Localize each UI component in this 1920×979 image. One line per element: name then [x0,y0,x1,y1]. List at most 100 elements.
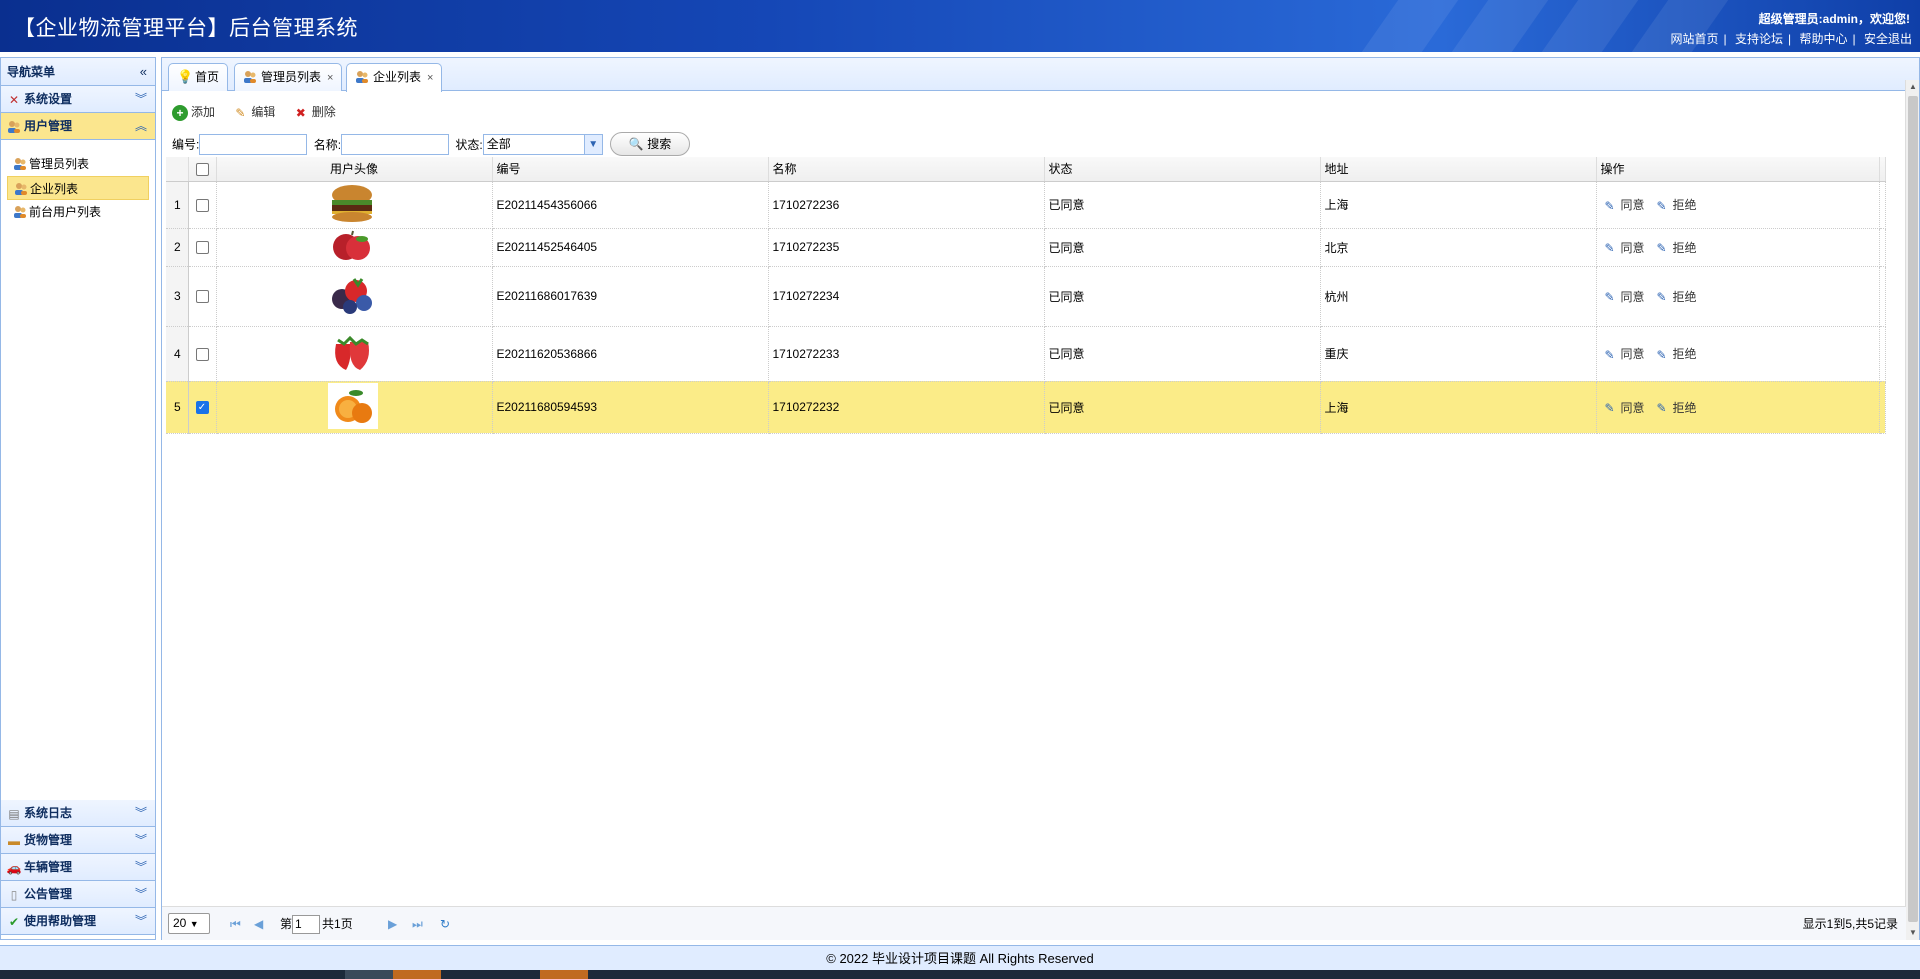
double-chevron-down-icon: ︾ [134,833,147,847]
status-cell: 已同意 [1044,228,1321,267]
row-checkbox[interactable] [195,290,209,304]
last-page-icon[interactable]: ⏭ [412,907,423,941]
name-cell: 1710272232 [768,381,1045,434]
help-link[interactable]: 帮助中心 [1800,32,1848,46]
select-all-checkbox[interactable] [195,162,209,176]
table-row[interactable]: 3 E20211686017639 1710272234 已同意 杭州 ✎ 同意 ✎ 拒绝 [166,266,1886,327]
double-chevron-down-icon: ︾ [134,860,147,874]
row-checkbox[interactable]: ✓ [195,401,209,415]
avatar [216,266,493,327]
footer: © 2022 毕业设计项目课题 All Rights Reserved [0,945,1920,970]
menu-goods-management[interactable]: ▬ 货物管理 ︾ [1,827,155,854]
edit-button[interactable]: ✎ 编辑 [232,100,275,124]
column-header[interactable]: 名称 [768,157,1045,182]
code-cell: E20211452546405 [492,228,769,267]
column-header[interactable]: 地址 [1320,157,1597,182]
row-number: 4 [166,326,189,382]
tab-home[interactable]: 💡 首页 [168,63,229,91]
menu-system-settings[interactable]: ✕ 系统设置 ︾ [1,86,155,113]
first-page-icon[interactable]: ⏮ [230,907,241,941]
tab-company-list[interactable]: 企业列表 × [346,63,443,92]
agree-button[interactable]: ✎ 同意 [1604,198,1645,213]
pencil-icon: ✎ [1604,198,1615,213]
tab-label: 企业列表 [373,70,422,84]
actions-cell: ✎ 同意 ✎ 拒绝 [1596,326,1880,382]
menu-notice-management[interactable]: ▯ 公告管理 ︾ [1,881,155,908]
next-page-icon[interactable]: ▶ [388,907,397,941]
row-checkbox[interactable] [195,241,209,255]
row-checkbox[interactable] [195,198,209,212]
tab-label: 管理员列表 [261,70,322,84]
delete-button[interactable]: ✖ 删除 [293,100,336,124]
menu-help-management[interactable]: ✔ 使用帮助管理 ︾ [1,908,155,935]
pagination-bar: 20 ▼ ⏮ ◀ 第共1页 ▶ ⏭ ↻ 显示1到5,共5记录 [162,906,1906,940]
code-label: 编号: [172,137,200,152]
prev-page-icon[interactable]: ◀ [254,907,263,941]
table-row[interactable]: 2 E20211452546405 1710272235 已同意 北京 ✎ 同意 ✎ 拒绝 [166,228,1886,267]
column-header[interactable]: 编号 [492,157,769,182]
row-checkbox[interactable] [195,347,209,361]
add-button[interactable]: + 添加 [172,100,215,124]
sidebar-item-label: 管理员列表 [29,157,90,171]
reject-button[interactable]: ✎ 拒绝 [1657,347,1697,362]
vertical-scrollbar[interactable]: ▲ ▼ [1905,80,1919,940]
pencil-icon: ✎ [1604,241,1615,256]
agree-button[interactable]: ✎ 同意 [1605,401,1645,416]
status-select[interactable]: 全部 ▼ [482,133,603,155]
bulb-icon: 💡 [177,69,194,84]
home-link[interactable]: 网站首页 [1671,32,1719,46]
double-chevron-down-icon: ︾ [134,92,147,106]
agree-button[interactable]: ✎ 同意 [1605,347,1645,362]
double-chevron-down-icon: ︾ [134,887,147,901]
scroll-down-icon[interactable]: ▼ [1906,926,1920,940]
code-input[interactable] [199,133,308,155]
page-input[interactable] [292,914,321,934]
sidebar-item-label: 企业列表 [30,182,79,196]
reject-button[interactable]: ✎ 拒绝 [1657,401,1697,416]
sidebar-title: 导航菜单 [7,65,56,79]
scroll-thumb[interactable] [1908,96,1918,922]
status-label: 状态: [455,137,483,152]
double-chevron-left-icon[interactable]: « [140,58,147,86]
users-icon [14,206,26,218]
tab-admin-list[interactable]: 管理员列表 × [234,63,343,91]
reject-button[interactable]: ✎ 拒绝 [1657,290,1697,305]
logout-link[interactable]: 安全退出 [1864,32,1912,46]
agree-button[interactable]: ✎ 同意 [1605,290,1645,305]
pencil-icon: ✎ [1656,241,1667,256]
address-cell: 北京 [1320,228,1597,267]
menu-user-management[interactable]: 用户管理 ︽ [1,113,155,140]
sidebar-item-company-list[interactable]: 企业列表 [7,176,149,200]
name-cell: 1710272234 [768,266,1045,327]
box-icon: ▬ [8,833,20,848]
document-icon: ▯ [10,887,18,902]
sidebar-item-admin-list[interactable]: 管理员列表 [7,152,149,176]
row-number: 1 [166,181,189,229]
close-icon[interactable]: × [427,72,433,84]
column-header[interactable]: 用户头像 [216,157,493,182]
name-input[interactable] [341,133,450,155]
chevron-down-icon: ▼ [583,134,602,154]
forum-link[interactable]: 支持论坛 [1735,32,1783,46]
sidebar-item-frontend-users[interactable]: 前台用户列表 [7,200,149,224]
column-header[interactable]: 状态 [1044,157,1321,182]
scroll-up-icon[interactable]: ▲ [1906,80,1920,94]
refresh-icon[interactable]: ↻ [440,907,450,941]
agree-button[interactable]: ✎ 同意 [1604,241,1645,256]
sidebar-header: 导航菜单 « [1,58,155,86]
page-size-select[interactable]: 20 ▼ [168,913,210,934]
search-button[interactable]: 🔍 搜索 [610,132,691,156]
code-cell: E20211454356066 [492,181,769,229]
avatar [216,181,493,229]
actions-cell: ✎ 同意 ✎ 拒绝 [1596,381,1880,434]
table-row[interactable]: 4 E20211620536866 1710272233 已同意 重庆 ✎ 同意 ✎ 拒绝 [166,326,1886,382]
column-header[interactable]: 操作 [1596,157,1880,182]
menu-system-log[interactable]: ▤ 系统日志 ︾ [1,800,155,827]
table-row[interactable]: 1 E20211454356066 1710272236 已同意 上海 ✎ 同意 ✎ 拒绝 [166,181,1886,229]
table-row[interactable]: 5 ✓ E20211680594593 1710272232 已同意 上海 ✎ 同意 ✎ 拒绝 [166,381,1886,434]
reject-button[interactable]: ✎ 拒绝 [1657,198,1697,213]
close-icon[interactable]: × [327,72,333,84]
company-table: 用户头像 编号 名称 状态 地址 操作 1 E20211454356066 1710… [166,157,1886,434]
menu-vehicle-management[interactable]: 🚗 车辆管理 ︾ [1,854,155,881]
reject-button[interactable]: ✎ 拒绝 [1656,241,1697,256]
